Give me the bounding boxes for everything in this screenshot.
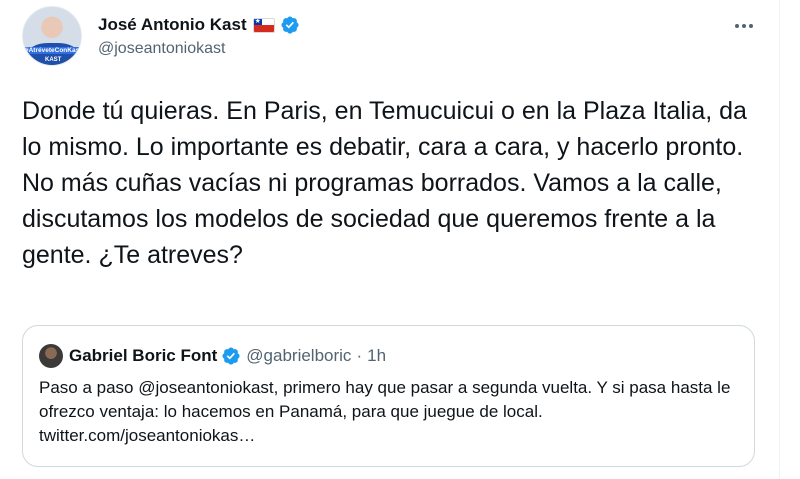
author-display-name[interactable]: José Antonio Kast xyxy=(98,15,247,35)
chile-flag-icon: ★ xyxy=(252,17,275,33)
quoted-tweet-text: Paso a paso @joseantoniokast, primero ha… xyxy=(39,378,731,445)
separator-dot: · xyxy=(356,346,363,365)
author-name-row: José Antonio Kast ★ xyxy=(98,14,300,36)
quoted-tweet[interactable]: Gabriel Boric Font @gabrielboric · 1h Pa… xyxy=(22,325,755,467)
more-options-icon[interactable] xyxy=(727,14,761,38)
quoted-author-handle[interactable]: @gabrielboric xyxy=(246,346,351,366)
tweet-card: #AtréveteConKast KAST José Antonio Kast … xyxy=(0,0,780,479)
quoted-tweet-header: Gabriel Boric Font @gabrielboric · 1h xyxy=(69,344,386,368)
quoted-author-display-name[interactable]: Gabriel Boric Font xyxy=(69,346,217,366)
tweet-text: Donde tú quieras. En Paris, en Temucuicu… xyxy=(22,97,747,269)
author-handle[interactable]: @joseantoniokast xyxy=(98,40,225,58)
avatar-hashtag-banner: #AtréveteConKast xyxy=(25,47,82,54)
author-avatar[interactable]: #AtréveteConKast KAST xyxy=(22,6,82,66)
avatar-logo: KAST xyxy=(45,57,62,63)
quoted-tweet-time[interactable]: 1h xyxy=(367,346,386,366)
quoted-author-avatar[interactable] xyxy=(39,344,63,368)
verified-badge-icon xyxy=(281,16,299,34)
verified-badge-icon xyxy=(222,347,240,365)
